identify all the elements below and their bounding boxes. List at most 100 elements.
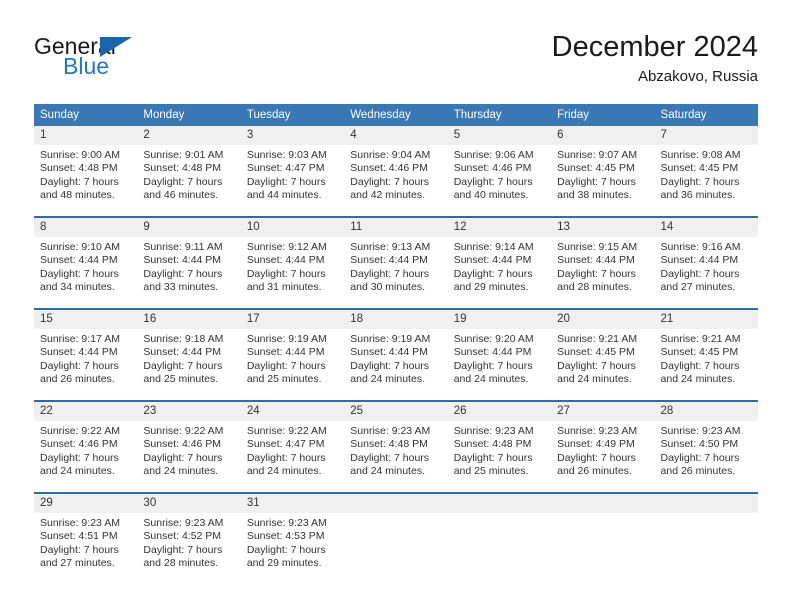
day-number: 20 (551, 310, 655, 329)
day-cell[interactable]: 18 Sunrise: 9:19 AM Sunset: 4:44 PM Dayligh… (344, 308, 448, 401)
day-cell[interactable]: 11 Sunrise: 9:13 AM Sunset: 4:44 PM Dayligh… (344, 216, 448, 309)
day-number: 17 (240, 310, 345, 329)
day-cell[interactable]: 14 Sunrise: 9:16 AM Sunset: 4:44 PM Dayligh… (654, 216, 758, 309)
daylight-text-line1: Daylight: 7 hours (40, 175, 119, 188)
daylight-text-line1: Daylight: 7 hours (143, 451, 223, 464)
sunrise-text: Sunrise: 9:17 AM (40, 333, 120, 345)
sunrise-text: Sunrise: 9:15 AM (557, 241, 638, 253)
day-details: Sunrise: 9:23 AM Sunset: 4:48 PM Daylight:… (344, 421, 447, 479)
day-number: 25 (344, 402, 448, 421)
calendar-week-row: 8 Sunrise: 9:10 AM Sunset: 4:44 PM Daylight… (34, 216, 758, 309)
day-details: Sunrise: 9:14 AM Sunset: 4:44 PM Daylight:… (448, 237, 551, 295)
sunrise-sunset-calendar-table: Sunday Monday Tuesday Wednesday Thursday… (34, 104, 758, 584)
daylight-text-line2: and 48 minutes. (40, 189, 115, 202)
calendar-week-row: 15 Sunrise: 9:17 AM Sunset: 4:44 PM Dayligh… (34, 308, 758, 401)
day-cell[interactable]: 17 Sunrise: 9:19 AM Sunset: 4:44 PM Dayligh… (240, 308, 345, 401)
daylight-text-line2: and 29 minutes. (246, 557, 322, 570)
day-details: Sunrise: 9:13 AM Sunset: 4:44 PM Daylight:… (344, 237, 447, 295)
daylight-text-line2: and 24 minutes. (350, 465, 425, 478)
sunrise-text: Sunrise: 9:00 AM (40, 149, 120, 161)
day-cell[interactable]: 5 Sunrise: 9:06 AM Sunset: 4:46 PM Daylight… (447, 126, 552, 217)
daylight-text-line2: and 24 minutes. (557, 373, 632, 386)
daylight-text-line2: and 30 minutes. (350, 281, 425, 294)
day-cell-empty (654, 492, 758, 584)
sunset-text: Sunset: 4:44 PM (557, 254, 635, 267)
day-number (654, 494, 758, 513)
sunrise-text: Sunrise: 9:12 AM (246, 241, 327, 253)
day-cell[interactable]: 6 Sunrise: 9:07 AM Sunset: 4:45 PM Daylight… (551, 126, 655, 217)
day-details (551, 513, 654, 517)
daylight-text-line1: Daylight: 7 hours (246, 267, 326, 280)
daylight-text-line1: Daylight: 7 hours (660, 451, 740, 464)
daylight-text-line2: and 24 minutes. (246, 465, 322, 478)
day-cell[interactable]: 8 Sunrise: 9:10 AM Sunset: 4:44 PM Daylight… (34, 216, 138, 309)
day-cell[interactable]: 25 Sunrise: 9:23 AM Sunset: 4:48 PM Dayligh… (344, 400, 448, 493)
day-number: 19 (447, 310, 552, 329)
day-cell[interactable]: 15 Sunrise: 9:17 AM Sunset: 4:44 PM Dayligh… (34, 308, 138, 401)
sunrise-text: Sunrise: 9:04 AM (350, 149, 431, 161)
day-cell[interactable]: 3 Sunrise: 9:03 AM Sunset: 4:47 PM Daylight… (240, 126, 345, 217)
day-cell[interactable]: 31 Sunrise: 9:23 AM Sunset: 4:53 PM Dayligh… (240, 492, 345, 584)
day-details: Sunrise: 9:18 AM Sunset: 4:44 PM Daylight:… (137, 329, 240, 387)
day-details: Sunrise: 9:06 AM Sunset: 4:46 PM Daylight:… (448, 145, 551, 203)
day-cell[interactable]: 16 Sunrise: 9:18 AM Sunset: 4:44 PM Dayligh… (137, 308, 241, 401)
daylight-text-line2: and 29 minutes. (453, 281, 529, 294)
day-cell[interactable]: 28 Sunrise: 9:23 AM Sunset: 4:50 PM Dayligh… (654, 400, 758, 493)
sunrise-text: Sunrise: 9:23 AM (557, 425, 638, 437)
day-cell[interactable]: 12 Sunrise: 9:14 AM Sunset: 4:44 PM Dayligh… (447, 216, 552, 309)
column-header-sunday: Sunday (34, 104, 138, 126)
day-details: Sunrise: 9:08 AM Sunset: 4:45 PM Daylight:… (655, 145, 758, 203)
day-cell[interactable]: 7 Sunrise: 9:08 AM Sunset: 4:45 PM Daylight… (654, 126, 758, 217)
day-cell[interactable]: 22 Sunrise: 9:22 AM Sunset: 4:46 PM Dayligh… (34, 400, 138, 493)
day-number: 7 (654, 126, 758, 145)
sunrise-text: Sunrise: 9:08 AM (660, 149, 741, 161)
general-blue-logo[interactable]: General Blue (34, 34, 224, 90)
logo-text-blue: Blue (63, 53, 110, 79)
day-cell[interactable]: 19 Sunrise: 9:20 AM Sunset: 4:44 PM Dayligh… (447, 308, 552, 401)
daylight-text-line1: Daylight: 7 hours (246, 359, 326, 372)
day-cell[interactable]: 24 Sunrise: 9:22 AM Sunset: 4:47 PM Dayligh… (240, 400, 345, 493)
sunset-text: Sunset: 4:48 PM (40, 162, 118, 175)
day-cell[interactable]: 21 Sunrise: 9:21 AM Sunset: 4:45 PM Dayligh… (654, 308, 758, 401)
sunrise-text: Sunrise: 9:22 AM (40, 425, 120, 437)
daylight-text-line1: Daylight: 7 hours (143, 267, 223, 280)
day-cell[interactable]: 27 Sunrise: 9:23 AM Sunset: 4:49 PM Dayligh… (551, 400, 655, 493)
day-cell[interactable]: 4 Sunrise: 9:04 AM Sunset: 4:46 PM Daylight… (344, 126, 448, 217)
column-header-saturday: Saturday (654, 104, 758, 126)
calendar-header-row-group: Sunday Monday Tuesday Wednesday Thursday… (34, 104, 758, 126)
calendar-week-row: 22 Sunrise: 9:22 AM Sunset: 4:46 PM Dayligh… (34, 400, 758, 493)
day-number: 29 (34, 494, 138, 513)
day-number: 23 (137, 402, 241, 421)
day-number: 5 (447, 126, 552, 145)
day-cell[interactable]: 30 Sunrise: 9:23 AM Sunset: 4:52 PM Dayligh… (137, 492, 241, 584)
daylight-text-line2: and 34 minutes. (40, 281, 115, 294)
day-cell[interactable]: 20 Sunrise: 9:21 AM Sunset: 4:45 PM Dayligh… (551, 308, 655, 401)
daylight-text-line2: and 26 minutes. (557, 465, 632, 478)
day-cell[interactable]: 26 Sunrise: 9:23 AM Sunset: 4:48 PM Dayligh… (447, 400, 552, 493)
sunset-text: Sunset: 4:51 PM (40, 530, 118, 543)
daylight-text-line2: and 31 minutes. (246, 281, 322, 294)
sunrise-text: Sunrise: 9:07 AM (557, 149, 638, 161)
daylight-text-line2: and 38 minutes. (557, 189, 632, 202)
day-details (655, 513, 758, 517)
sunset-text: Sunset: 4:48 PM (143, 162, 222, 175)
day-cell[interactable]: 9 Sunrise: 9:11 AM Sunset: 4:44 PM Daylight… (137, 216, 241, 309)
day-number: 12 (447, 218, 552, 237)
day-cell[interactable]: 1 Sunrise: 9:00 AM Sunset: 4:48 PM Daylight… (34, 126, 138, 217)
day-cell-empty (447, 492, 552, 584)
day-cell[interactable]: 29 Sunrise: 9:23 AM Sunset: 4:51 PM Dayligh… (34, 492, 138, 584)
day-cell[interactable]: 10 Sunrise: 9:12 AM Sunset: 4:44 PM Dayligh… (240, 216, 345, 309)
day-number: 4 (344, 126, 448, 145)
day-details (448, 513, 551, 517)
weekday-header-row: Sunday Monday Tuesday Wednesday Thursday… (34, 104, 758, 126)
day-cell[interactable]: 23 Sunrise: 9:22 AM Sunset: 4:46 PM Dayligh… (137, 400, 241, 493)
sunset-text: Sunset: 4:46 PM (453, 162, 532, 175)
sunrise-text: Sunrise: 9:23 AM (453, 425, 534, 437)
day-cell[interactable]: 13 Sunrise: 9:15 AM Sunset: 4:44 PM Dayligh… (551, 216, 655, 309)
sunrise-text: Sunrise: 9:19 AM (246, 333, 327, 345)
sunset-text: Sunset: 4:45 PM (557, 162, 635, 175)
daylight-text-line1: Daylight: 7 hours (350, 359, 430, 372)
daylight-text-line2: and 28 minutes. (557, 281, 632, 294)
daylight-text-line1: Daylight: 7 hours (246, 543, 326, 556)
day-cell[interactable]: 2 Sunrise: 9:01 AM Sunset: 4:48 PM Daylight… (137, 126, 241, 217)
